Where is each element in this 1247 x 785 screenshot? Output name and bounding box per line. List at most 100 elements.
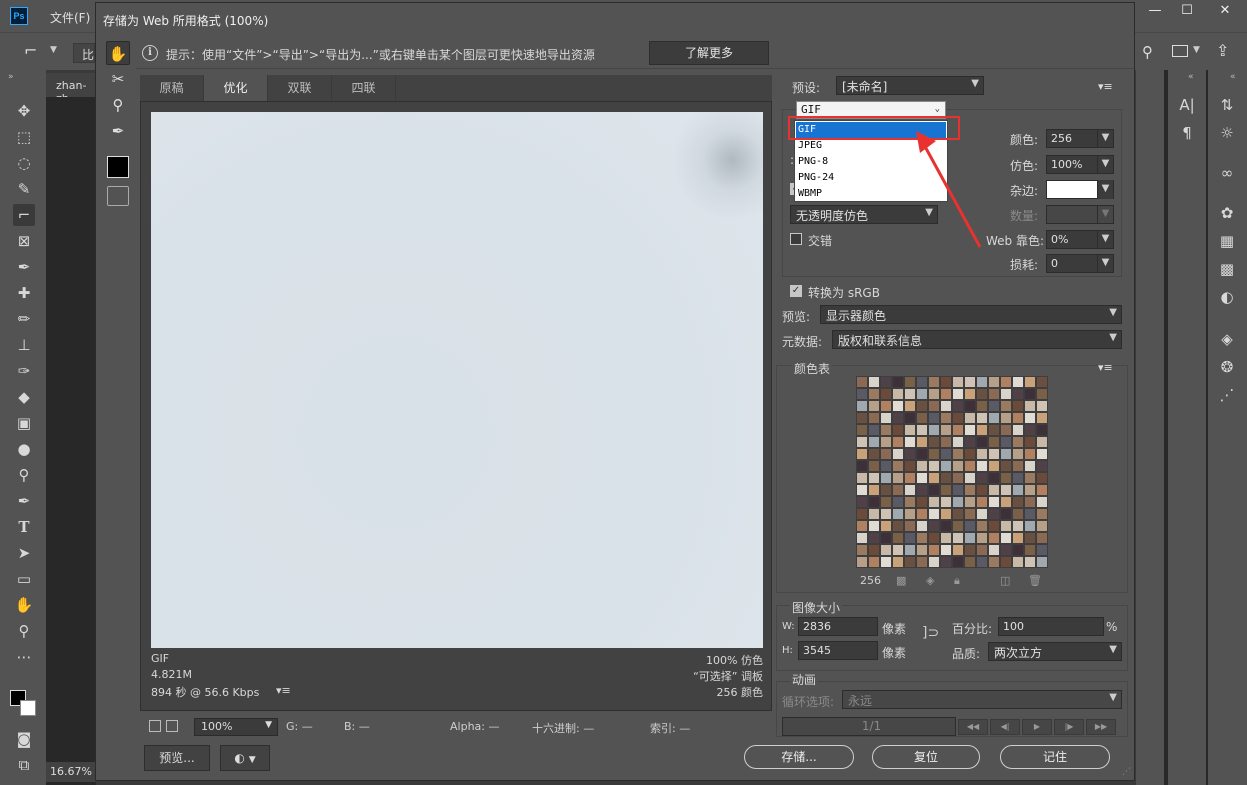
color-swatch[interactable] (916, 388, 928, 400)
zoom-in-icon[interactable] (166, 720, 178, 732)
color-swatch[interactable] (868, 472, 880, 484)
color-swatch[interactable] (928, 484, 940, 496)
type-tool-icon[interactable]: T (13, 516, 35, 538)
color-swatch[interactable] (928, 532, 940, 544)
collapse-icon[interactable]: « (1230, 72, 1236, 82)
color-swatch[interactable] (892, 400, 904, 412)
quick-mask-icon[interactable]: ◙ (13, 728, 35, 750)
color-swatch[interactable] (1024, 496, 1036, 508)
color-swatch[interactable] (868, 448, 880, 460)
color-swatch[interactable] (856, 388, 868, 400)
color-swatch[interactable] (904, 400, 916, 412)
color-swatch[interactable] (952, 484, 964, 496)
browser-select[interactable]: ◐ ▼ (220, 745, 270, 771)
patterns-icon[interactable]: ▩ (1216, 258, 1238, 280)
color-swatch[interactable] (976, 556, 988, 568)
screen-mode-icon[interactable]: ⧉ (13, 754, 35, 776)
color-swatch[interactable] (952, 448, 964, 460)
color-swatch[interactable] (940, 460, 952, 472)
zoom-level-select[interactable]: 100% ▼ (194, 718, 278, 736)
healing-tool-icon[interactable]: ✚ (13, 282, 35, 304)
color-swatch[interactable] (892, 544, 904, 556)
width-input[interactable]: 2836 (798, 617, 878, 636)
color-swatch[interactable] (928, 376, 940, 388)
color-swatch[interactable] (880, 484, 892, 496)
color-swatch[interactable] (1000, 472, 1012, 484)
color-swatch[interactable] (880, 496, 892, 508)
color-swatch[interactable] (952, 520, 964, 532)
tab-original[interactable]: 原稿 (140, 75, 204, 101)
document-tab[interactable]: zhan-zh (46, 73, 96, 105)
color-swatch[interactable] (940, 556, 952, 568)
color-swatch[interactable] (892, 556, 904, 568)
close-icon[interactable]: ✕ (1209, 0, 1241, 24)
color-swatch[interactable] (964, 484, 976, 496)
color-swatch[interactable] (988, 376, 1000, 388)
move-tool-icon[interactable]: ✥ (13, 100, 35, 122)
chevron-down-icon[interactable]: ▼ (50, 45, 57, 55)
color-swatch[interactable] (988, 496, 1000, 508)
color-swatch[interactable] (868, 508, 880, 520)
color-swatch[interactable] (976, 484, 988, 496)
color-swatch[interactable] (952, 388, 964, 400)
color-swatch[interactable] (1036, 412, 1048, 424)
trash-icon[interactable]: 🗑︎ (1028, 574, 1042, 587)
color-swatch[interactable] (940, 508, 952, 520)
color-swatch[interactable] (880, 460, 892, 472)
color-swatch[interactable] (856, 484, 868, 496)
quality-select[interactable]: 两次立方 ▼ (988, 642, 1122, 661)
color-swatch[interactable] (940, 376, 952, 388)
color-swatch[interactable] (880, 424, 892, 436)
color-swatch[interactable] (952, 496, 964, 508)
more-tools-icon[interactable]: ⋯ (13, 646, 35, 668)
color-swatch[interactable] (916, 508, 928, 520)
color-swatch[interactable] (976, 376, 988, 388)
color-swatch[interactable] (976, 496, 988, 508)
color-swatch[interactable] (928, 496, 940, 508)
color-swatch[interactable] (1012, 460, 1024, 472)
color-swatch[interactable] (988, 472, 1000, 484)
color-swatch[interactable] (1012, 400, 1024, 412)
maximize-icon[interactable]: ☐ (1171, 0, 1203, 24)
color-swatch[interactable] (1024, 520, 1036, 532)
save-button[interactable]: 存储... (744, 745, 854, 769)
color-swatch[interactable] (892, 484, 904, 496)
link-icon[interactable]: ]⊃ (922, 625, 939, 641)
color-swatch[interactable] (940, 520, 952, 532)
color-swatch[interactable] (952, 544, 964, 556)
color-swatch[interactable] (880, 508, 892, 520)
toggle-slices-icon[interactable] (107, 186, 129, 206)
layers-icon[interactable]: ◈ (1216, 328, 1238, 350)
color-swatch[interactable] (928, 400, 940, 412)
color-swatch[interactable] (988, 448, 1000, 460)
zoom-tool-icon[interactable]: ⚲ (13, 620, 35, 642)
color-swatch[interactable] (988, 400, 1000, 412)
color-swatch[interactable] (868, 484, 880, 496)
character-icon[interactable]: A| (1176, 94, 1198, 116)
color-swatch[interactable] (1036, 484, 1048, 496)
color-swatch[interactable] (940, 436, 952, 448)
color-swatch[interactable] (868, 436, 880, 448)
color-swatch[interactable] (880, 448, 892, 460)
color-swatch[interactable] (892, 496, 904, 508)
color-swatch[interactable] (1012, 496, 1024, 508)
color-swatch[interactable] (964, 460, 976, 472)
minimize-icon[interactable]: — (1139, 0, 1171, 24)
resize-grip-icon[interactable]: ⋰ (1122, 767, 1131, 777)
crop-tool-icon[interactable]: ⌐ (24, 41, 37, 60)
color-swatch[interactable] (880, 532, 892, 544)
color-swatch[interactable] (988, 424, 1000, 436)
color-swatch[interactable] (976, 472, 988, 484)
tab-2-up[interactable]: 双联 (268, 75, 332, 101)
color-swatch[interactable] (892, 472, 904, 484)
color-swatch[interactable] (928, 508, 940, 520)
color-swatch[interactable] (1012, 436, 1024, 448)
color-swatch[interactable] (856, 496, 868, 508)
color-swatch[interactable] (928, 424, 940, 436)
color-swatch[interactable] (892, 376, 904, 388)
color-swatch[interactable] (1012, 484, 1024, 496)
color-swatch[interactable] (868, 388, 880, 400)
color-swatch[interactable] (916, 556, 928, 568)
color-swatch[interactable] (856, 412, 868, 424)
pen-tool-icon[interactable]: ✒ (13, 490, 35, 512)
